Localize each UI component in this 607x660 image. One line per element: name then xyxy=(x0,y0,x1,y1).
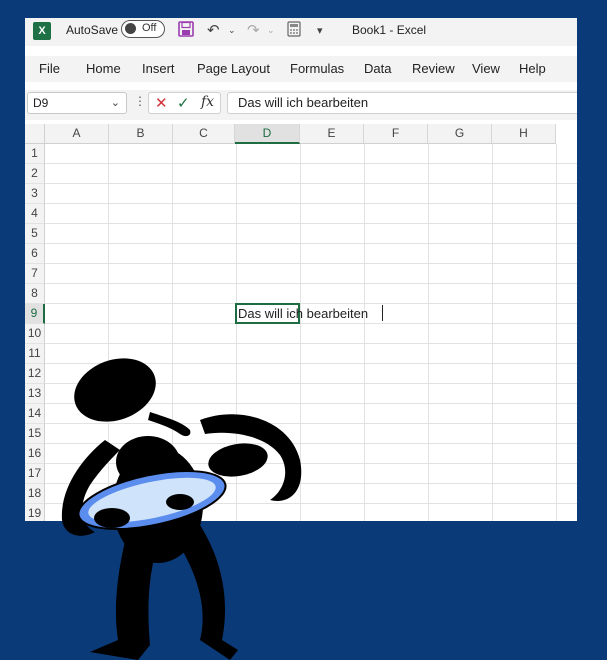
undo-dropdown-icon[interactable]: ⌄ xyxy=(228,25,236,36)
row-header-17[interactable]: 17 xyxy=(25,464,45,484)
tab-page-layout[interactable]: Page Layout xyxy=(197,61,270,76)
tab-insert[interactable]: Insert xyxy=(142,61,175,76)
row-header-5[interactable]: 5 xyxy=(25,224,45,244)
customize-icon[interactable]: ▾ xyxy=(317,24,323,37)
select-all-corner[interactable] xyxy=(25,124,45,144)
row-header-2[interactable]: 2 xyxy=(25,164,45,184)
tab-formulas[interactable]: Formulas xyxy=(290,61,344,76)
column-header-g[interactable]: G xyxy=(428,124,492,144)
column-header-h[interactable]: H xyxy=(492,124,556,144)
row-header-19[interactable]: 19 xyxy=(25,504,45,521)
row-header-18[interactable]: 18 xyxy=(25,484,45,504)
more-options-icon[interactable]: ⋮ xyxy=(134,94,146,108)
column-header-f[interactable]: F xyxy=(364,124,428,144)
row-header-8[interactable]: 8 xyxy=(25,284,45,304)
tab-view[interactable]: View xyxy=(472,61,500,76)
column-header-e[interactable]: E xyxy=(300,124,364,144)
excel-logo-icon: X xyxy=(33,22,51,40)
cell-area[interactable] xyxy=(45,144,577,521)
ribbon-tabs: File Home Insert Page Layout Formulas Da… xyxy=(25,56,577,82)
chevron-down-icon[interactable]: ⌄ xyxy=(111,93,120,113)
redo-icon[interactable]: ↷ xyxy=(247,21,260,39)
row-header-12[interactable]: 12 xyxy=(25,364,45,384)
row-header-10[interactable]: 10 xyxy=(25,324,45,344)
row-header-9[interactable]: 9 xyxy=(25,304,45,324)
name-box[interactable]: D9 ⌄ xyxy=(27,92,127,114)
excel-window: X AutoSave Off ↶ ⌄ ↷ ⌄ ▾ Book1 - Excel F… xyxy=(25,18,577,521)
cell-d9-text: Das will ich bearbeiten xyxy=(238,306,369,321)
tab-file[interactable]: File xyxy=(39,61,60,76)
insert-function-icon[interactable]: fx xyxy=(201,94,214,110)
row-header-16[interactable]: 16 xyxy=(25,444,45,464)
row-header-6[interactable]: 6 xyxy=(25,244,45,264)
formula-bar: D9 ⌄ ⋮ ✕ ✓ fx Das will ich bearbeiten xyxy=(25,90,577,120)
spreadsheet-grid: A B C D E F G H 1 2 3 4 5 6 7 8 9 10 11 … xyxy=(25,124,577,521)
row-header-13[interactable]: 13 xyxy=(25,384,45,404)
row-header-4[interactable]: 4 xyxy=(25,204,45,224)
enter-icon[interactable]: ✓ xyxy=(177,94,190,112)
calculator-icon[interactable] xyxy=(287,21,301,41)
column-header-d[interactable]: D xyxy=(235,124,300,144)
text-cursor xyxy=(382,305,383,321)
save-icon[interactable] xyxy=(178,21,194,41)
tab-home[interactable]: Home xyxy=(86,61,121,76)
autosave-toggle[interactable]: Off xyxy=(121,20,165,38)
title-bar: X AutoSave Off ↶ ⌄ ↷ ⌄ ▾ Book1 - Excel xyxy=(25,18,577,46)
tab-review[interactable]: Review xyxy=(412,61,455,76)
cancel-icon[interactable]: ✕ xyxy=(155,94,168,112)
formula-buttons: ✕ ✓ fx xyxy=(148,92,221,114)
toggle-knob xyxy=(125,23,136,34)
window-title: Book1 - Excel xyxy=(352,23,427,37)
row-header-3[interactable]: 3 xyxy=(25,184,45,204)
column-header-b[interactable]: B xyxy=(109,124,173,144)
row-header-1[interactable]: 1 xyxy=(25,144,45,164)
toggle-state-label: Off xyxy=(142,22,157,34)
column-header-a[interactable]: A xyxy=(45,124,109,144)
row-header-7[interactable]: 7 xyxy=(25,264,45,284)
undo-icon[interactable]: ↶ xyxy=(207,21,220,39)
tab-help[interactable]: Help xyxy=(519,61,546,76)
row-header-14[interactable]: 14 xyxy=(25,404,45,424)
row-header-11[interactable]: 11 xyxy=(25,344,45,364)
name-box-value: D9 xyxy=(33,96,49,110)
row-header-15[interactable]: 15 xyxy=(25,424,45,444)
column-header-c[interactable]: C xyxy=(173,124,235,144)
tab-data[interactable]: Data xyxy=(364,61,391,76)
formula-input[interactable]: Das will ich bearbeiten xyxy=(227,92,577,114)
redo-dropdown-icon[interactable]: ⌄ xyxy=(267,25,275,36)
autosave-label: AutoSave xyxy=(66,23,119,37)
desktop-background: X AutoSave Off ↶ ⌄ ↷ ⌄ ▾ Book1 - Excel F… xyxy=(0,0,607,660)
